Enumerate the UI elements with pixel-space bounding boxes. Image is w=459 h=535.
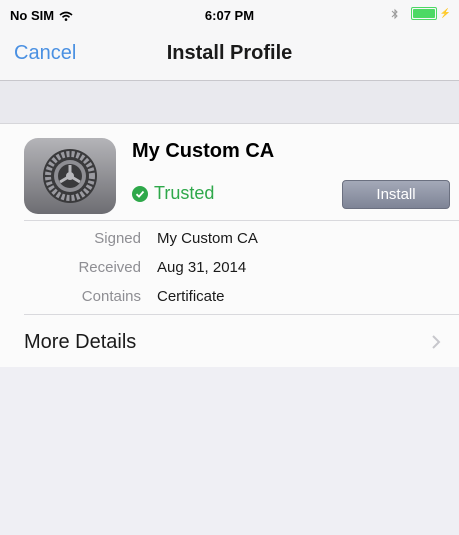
detail-row-received: Received Aug 31, 2014: [0, 259, 459, 285]
profile-card: My Custom CA Trusted Install Signed My C…: [0, 123, 459, 368]
bluetooth-icon: [391, 8, 398, 19]
battery-fill: [412, 9, 435, 18]
empty-background: [0, 367, 459, 535]
charging-icon: ⚡: [439, 8, 451, 18]
divider: [24, 220, 459, 221]
check-circle-icon: [132, 185, 148, 202]
detail-row-signed: Signed My Custom CA: [0, 230, 459, 256]
more-details-label: More Details: [24, 331, 137, 353]
detail-label: Signed: [94, 230, 141, 247]
more-details-row[interactable]: More Details: [0, 315, 459, 367]
detail-value: Aug 31, 2014: [157, 259, 247, 276]
profile-name: My Custom CA: [132, 140, 275, 162]
detail-label: Received: [78, 259, 141, 276]
battery-icon: [410, 7, 437, 20]
detail-value: Certificate: [157, 288, 225, 305]
chevron-right-icon: [432, 335, 441, 349]
trusted-status: Trusted: [132, 183, 214, 204]
navigation-bar: Cancel Install Profile: [0, 28, 459, 81]
status-indicators: ⚡: [391, 7, 451, 20]
detail-label: Contains: [81, 288, 141, 305]
status-bar: No SIM 6:07 PM ⚡: [0, 0, 459, 28]
detail-value: My Custom CA: [157, 230, 258, 247]
section-spacer: [0, 81, 459, 123]
cancel-button[interactable]: Cancel: [14, 42, 76, 65]
settings-gear-icon: [24, 138, 116, 214]
install-button[interactable]: Install: [342, 180, 450, 209]
detail-row-contains: Contains Certificate: [0, 288, 459, 314]
trusted-label: Trusted: [154, 183, 215, 203]
